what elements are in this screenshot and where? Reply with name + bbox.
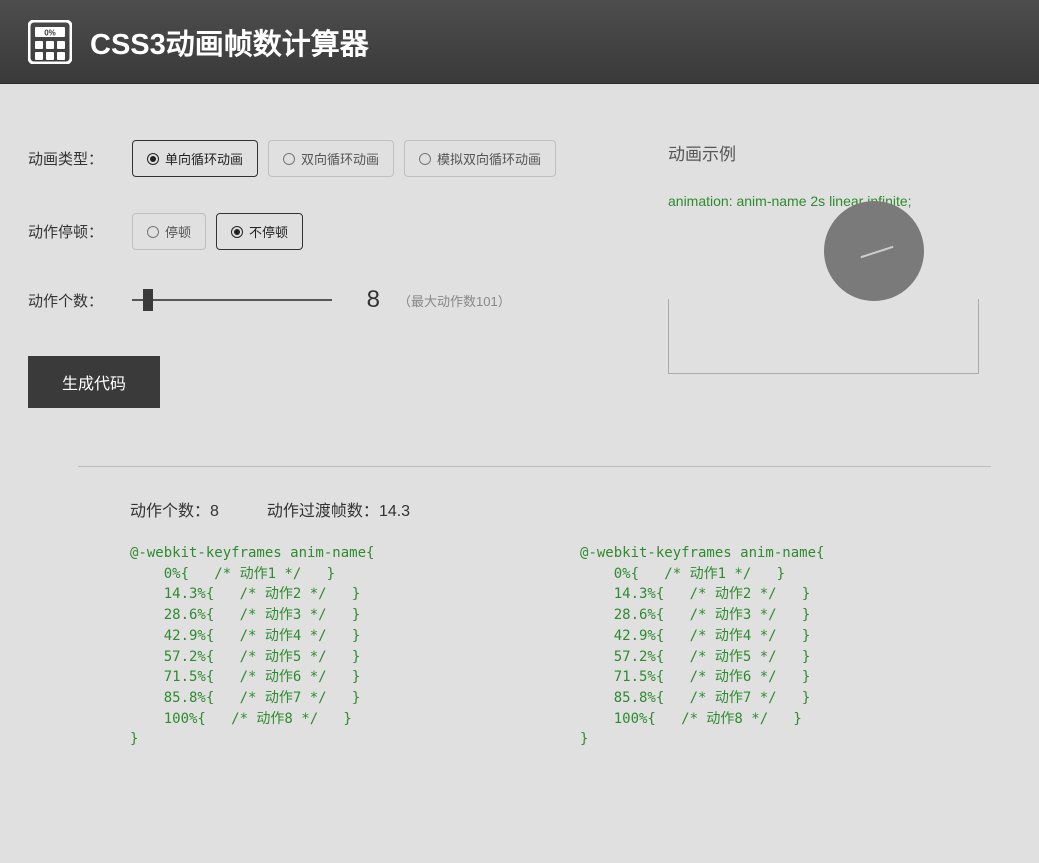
radio-anim-type-double[interactable]: 双向循环动画	[268, 140, 394, 177]
radio-anim-type-single[interactable]: 单向循环动画	[132, 140, 258, 177]
output-header: 动作个数：8 动作过渡帧数：14.3	[130, 497, 1039, 521]
generate-button[interactable]: 生成代码	[28, 356, 160, 408]
radio-dot-icon	[419, 153, 431, 165]
count-slider-handle[interactable]	[143, 289, 153, 311]
keyframes-code-right: @-webkit-keyframes anim-name{ 0%{ /* 动作1…	[580, 543, 1030, 750]
out-trans-label: 动作过渡帧数：	[267, 503, 379, 520]
ball-line-icon	[861, 246, 894, 258]
radio-label: 停顿	[165, 222, 191, 241]
keyframes-code-left: @-webkit-keyframes anim-name{ 0%{ /* 动作1…	[130, 543, 580, 750]
radio-label: 单向循环动画	[165, 149, 243, 168]
label-anim-type: 动画类型：	[28, 148, 132, 169]
svg-text:0%: 0%	[44, 28, 56, 37]
label-count: 动作个数：	[28, 290, 132, 311]
count-hint: （最大动作数101）	[398, 291, 511, 310]
count-slider[interactable]	[132, 299, 332, 301]
preview-title: 动画示例	[668, 140, 979, 165]
preview-panel: 动画示例 animation: anim-name 2s linear infi…	[668, 140, 1039, 408]
radio-label: 双向循环动画	[301, 149, 379, 168]
app-title: CSS3动画帧数计算器	[90, 21, 369, 63]
label-pause: 动作停顿：	[28, 221, 132, 242]
radio-dot-icon	[147, 226, 159, 238]
controls-panel: 动画类型： 单向循环动画 双向循环动画 模拟双向循环动画 动作停顿： 停顿	[28, 140, 668, 408]
radio-anim-type-simdouble[interactable]: 模拟双向循环动画	[404, 140, 556, 177]
radio-pause-yes[interactable]: 停顿	[132, 213, 206, 250]
radio-dot-icon	[147, 153, 159, 165]
animation-ball-icon	[824, 201, 924, 301]
count-value: 8	[350, 286, 380, 314]
calculator-icon: 0%	[28, 20, 72, 64]
radio-pause-no[interactable]: 不停顿	[216, 213, 303, 250]
out-count-value: 8	[210, 503, 219, 520]
radio-label: 不停顿	[249, 222, 288, 241]
radio-label: 模拟双向循环动画	[437, 149, 541, 168]
animation-stage	[668, 299, 979, 374]
radio-dot-icon	[283, 153, 295, 165]
out-count-label: 动作个数：	[130, 503, 210, 520]
radio-dot-icon	[231, 226, 243, 238]
separator	[78, 466, 991, 467]
animation-css-text: animation: anim-name 2s linear infinite;	[668, 193, 979, 209]
output-panel: 动作个数：8 动作过渡帧数：14.3 @-webkit-keyframes ani…	[0, 497, 1039, 800]
app-header: 0% CSS3动画帧数计算器	[0, 0, 1039, 84]
out-trans-value: 14.3	[379, 503, 410, 520]
